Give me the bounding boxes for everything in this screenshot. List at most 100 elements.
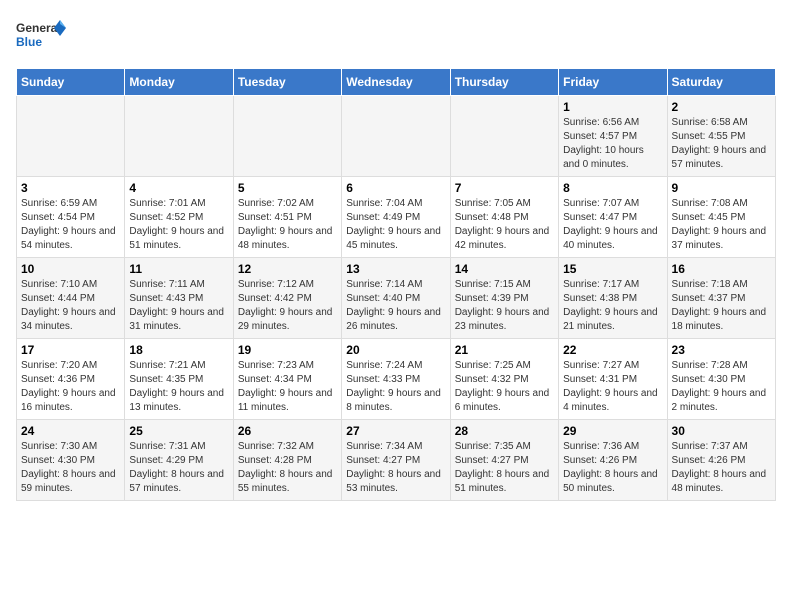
calendar-cell: 7 Sunrise: 7:05 AM Sunset: 4:48 PM Daylig…	[450, 177, 558, 258]
calendar-cell: 3 Sunrise: 6:59 AM Sunset: 4:54 PM Daylig…	[17, 177, 125, 258]
day-info: Sunrise: 7:30 AM Sunset: 4:30 PM Dayligh…	[21, 440, 120, 496]
day-number: 29	[563, 424, 662, 438]
calendar-cell: 20 Sunrise: 7:24 AM Sunset: 4:33 PM Dayli…	[342, 339, 450, 420]
calendar-day-header: Friday	[559, 69, 667, 96]
day-number: 16	[672, 262, 771, 276]
day-number: 23	[672, 343, 771, 357]
calendar-cell: 1 Sunrise: 6:56 AM Sunset: 4:57 PM Daylig…	[559, 96, 667, 177]
calendar-cell: 14 Sunrise: 7:15 AM Sunset: 4:39 PM Dayli…	[450, 258, 558, 339]
calendar-cell: 26 Sunrise: 7:32 AM Sunset: 4:28 PM Dayli…	[233, 420, 341, 501]
day-number: 21	[455, 343, 554, 357]
day-number: 2	[672, 100, 771, 114]
day-number: 5	[238, 181, 337, 195]
calendar-cell	[233, 96, 341, 177]
day-info: Sunrise: 7:04 AM Sunset: 4:49 PM Dayligh…	[346, 197, 445, 253]
day-number: 4	[129, 181, 228, 195]
calendar-day-header: Wednesday	[342, 69, 450, 96]
day-info: Sunrise: 7:14 AM Sunset: 4:40 PM Dayligh…	[346, 278, 445, 334]
calendar-week-row: 1 Sunrise: 6:56 AM Sunset: 4:57 PM Daylig…	[17, 96, 776, 177]
day-info: Sunrise: 7:02 AM Sunset: 4:51 PM Dayligh…	[238, 197, 337, 253]
day-info: Sunrise: 7:17 AM Sunset: 4:38 PM Dayligh…	[563, 278, 662, 334]
calendar-cell: 21 Sunrise: 7:25 AM Sunset: 4:32 PM Dayli…	[450, 339, 558, 420]
calendar-week-row: 10 Sunrise: 7:10 AM Sunset: 4:44 PM Dayli…	[17, 258, 776, 339]
day-number: 30	[672, 424, 771, 438]
calendar-cell: 5 Sunrise: 7:02 AM Sunset: 4:51 PM Daylig…	[233, 177, 341, 258]
day-info: Sunrise: 7:25 AM Sunset: 4:32 PM Dayligh…	[455, 359, 554, 415]
day-number: 10	[21, 262, 120, 276]
day-number: 11	[129, 262, 228, 276]
day-number: 20	[346, 343, 445, 357]
day-number: 18	[129, 343, 228, 357]
day-number: 13	[346, 262, 445, 276]
calendar-cell: 16 Sunrise: 7:18 AM Sunset: 4:37 PM Dayli…	[667, 258, 775, 339]
calendar-week-row: 24 Sunrise: 7:30 AM Sunset: 4:30 PM Dayli…	[17, 420, 776, 501]
calendar-cell: 6Sunrise: 7:04 AM Sunset: 4:49 PM Daylig…	[342, 177, 450, 258]
day-info: Sunrise: 6:59 AM Sunset: 4:54 PM Dayligh…	[21, 197, 120, 253]
day-number: 26	[238, 424, 337, 438]
calendar-cell: 17Sunrise: 7:20 AM Sunset: 4:36 PM Dayli…	[17, 339, 125, 420]
calendar-cell: 28Sunrise: 7:35 AM Sunset: 4:27 PM Dayli…	[450, 420, 558, 501]
day-number: 12	[238, 262, 337, 276]
calendar-cell: 4 Sunrise: 7:01 AM Sunset: 4:52 PM Daylig…	[125, 177, 233, 258]
calendar-cell: 19 Sunrise: 7:23 AM Sunset: 4:34 PM Dayli…	[233, 339, 341, 420]
day-number: 19	[238, 343, 337, 357]
day-info: Sunrise: 7:23 AM Sunset: 4:34 PM Dayligh…	[238, 359, 337, 415]
calendar-cell	[342, 96, 450, 177]
day-number: 8	[563, 181, 662, 195]
calendar-table: SundayMondayTuesdayWednesdayThursdayFrid…	[16, 68, 776, 501]
day-number: 7	[455, 181, 554, 195]
calendar-cell: 8 Sunrise: 7:07 AM Sunset: 4:47 PM Daylig…	[559, 177, 667, 258]
logo: General Blue	[16, 16, 66, 56]
day-info: Sunrise: 7:15 AM Sunset: 4:39 PM Dayligh…	[455, 278, 554, 334]
day-number: 25	[129, 424, 228, 438]
calendar-day-header: Saturday	[667, 69, 775, 96]
day-info: Sunrise: 7:10 AM Sunset: 4:44 PM Dayligh…	[21, 278, 120, 334]
calendar-header-row: SundayMondayTuesdayWednesdayThursdayFrid…	[17, 69, 776, 96]
calendar-day-header: Thursday	[450, 69, 558, 96]
day-number: 1	[563, 100, 662, 114]
day-number: 28	[455, 424, 554, 438]
calendar-week-row: 17Sunrise: 7:20 AM Sunset: 4:36 PM Dayli…	[17, 339, 776, 420]
day-number: 15	[563, 262, 662, 276]
calendar-cell: 18 Sunrise: 7:21 AM Sunset: 4:35 PM Dayli…	[125, 339, 233, 420]
day-info: Sunrise: 7:18 AM Sunset: 4:37 PM Dayligh…	[672, 278, 771, 334]
calendar-week-row: 3 Sunrise: 6:59 AM Sunset: 4:54 PM Daylig…	[17, 177, 776, 258]
svg-text:General: General	[16, 21, 61, 35]
day-info: Sunrise: 7:11 AM Sunset: 4:43 PM Dayligh…	[129, 278, 228, 334]
day-info: Sunrise: 7:36 AM Sunset: 4:26 PM Dayligh…	[563, 440, 662, 496]
day-number: 27	[346, 424, 445, 438]
calendar-cell: 9 Sunrise: 7:08 AM Sunset: 4:45 PM Daylig…	[667, 177, 775, 258]
calendar-cell: 15 Sunrise: 7:17 AM Sunset: 4:38 PM Dayli…	[559, 258, 667, 339]
calendar-cell: 22 Sunrise: 7:27 AM Sunset: 4:31 PM Dayli…	[559, 339, 667, 420]
day-info: Sunrise: 7:08 AM Sunset: 4:45 PM Dayligh…	[672, 197, 771, 253]
day-info: Sunrise: 7:32 AM Sunset: 4:28 PM Dayligh…	[238, 440, 337, 496]
calendar-cell: 12 Sunrise: 7:12 AM Sunset: 4:42 PM Dayli…	[233, 258, 341, 339]
day-info: Sunrise: 7:07 AM Sunset: 4:47 PM Dayligh…	[563, 197, 662, 253]
svg-text:Blue: Blue	[16, 35, 42, 49]
day-info: Sunrise: 6:56 AM Sunset: 4:57 PM Dayligh…	[563, 116, 662, 172]
calendar-cell: 11 Sunrise: 7:11 AM Sunset: 4:43 PM Dayli…	[125, 258, 233, 339]
day-number: 9	[672, 181, 771, 195]
day-info: Sunrise: 7:05 AM Sunset: 4:48 PM Dayligh…	[455, 197, 554, 253]
day-info: Sunrise: 7:12 AM Sunset: 4:42 PM Dayligh…	[238, 278, 337, 334]
calendar-cell: 29 Sunrise: 7:36 AM Sunset: 4:26 PM Dayli…	[559, 420, 667, 501]
day-info: Sunrise: 7:24 AM Sunset: 4:33 PM Dayligh…	[346, 359, 445, 415]
calendar-cell: 27Sunrise: 7:34 AM Sunset: 4:27 PM Dayli…	[342, 420, 450, 501]
day-number: 14	[455, 262, 554, 276]
day-number: 3	[21, 181, 120, 195]
day-info: Sunrise: 7:27 AM Sunset: 4:31 PM Dayligh…	[563, 359, 662, 415]
calendar-cell: 23Sunrise: 7:28 AM Sunset: 4:30 PM Dayli…	[667, 339, 775, 420]
calendar-day-header: Sunday	[17, 69, 125, 96]
day-info: Sunrise: 7:20 AM Sunset: 4:36 PM Dayligh…	[21, 359, 120, 415]
day-info: Sunrise: 7:21 AM Sunset: 4:35 PM Dayligh…	[129, 359, 228, 415]
logo-svg: General Blue	[16, 16, 66, 56]
day-info: Sunrise: 7:01 AM Sunset: 4:52 PM Dayligh…	[129, 197, 228, 253]
calendar-cell	[125, 96, 233, 177]
day-number: 24	[21, 424, 120, 438]
calendar-day-header: Tuesday	[233, 69, 341, 96]
day-number: 22	[563, 343, 662, 357]
calendar-cell: 24 Sunrise: 7:30 AM Sunset: 4:30 PM Dayli…	[17, 420, 125, 501]
calendar-cell: 2Sunrise: 6:58 AM Sunset: 4:55 PM Daylig…	[667, 96, 775, 177]
calendar-cell: 30Sunrise: 7:37 AM Sunset: 4:26 PM Dayli…	[667, 420, 775, 501]
calendar-cell	[450, 96, 558, 177]
